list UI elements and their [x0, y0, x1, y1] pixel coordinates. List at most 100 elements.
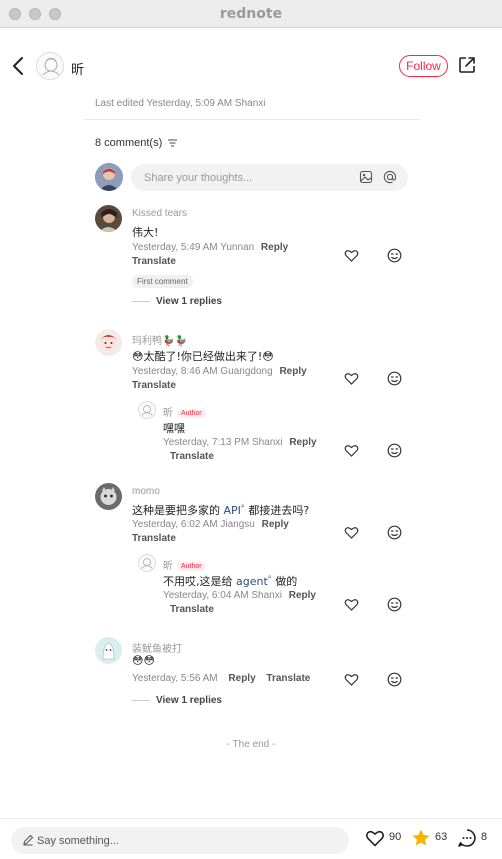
reply-item: 昕 Author 不用哎,这是给 agent⌕ 做的 Yesterday, 6:0… [138, 554, 415, 618]
commenter-name[interactable]: 玛利鸭🦆🦆 [132, 332, 187, 347]
comment-meta: Yesterday, 5:49 AM Yunnan Reply [132, 242, 288, 253]
bottom-bar: Say something... 90 63 8 [0, 818, 502, 859]
reply-button[interactable]: Reply [279, 366, 306, 377]
reply-text-part: 做的 [271, 575, 298, 588]
author-avatar[interactable] [36, 52, 64, 80]
comment-count-label: 8 comment(s) [95, 137, 163, 149]
comment-count[interactable]: 8 comment(s) [95, 137, 178, 149]
view-replies-label: View 1 replies [156, 296, 222, 307]
emoji-icon[interactable] [387, 597, 402, 612]
back-icon[interactable] [10, 56, 28, 76]
heart-icon[interactable] [344, 597, 359, 612]
reply-meta: Yesterday, 7:13 PM Shanxi Reply [163, 437, 317, 448]
follow-button[interactable]: Follow [399, 55, 448, 77]
comment-timestamp: Yesterday, 8:46 AM Guangdong [132, 366, 273, 377]
comment-item: Kissed tears 伟大! Yesterday, 5:49 AM Yunn… [95, 205, 415, 315]
author-badge: Author [177, 561, 206, 571]
view-replies-button[interactable]: View 1 replies [132, 296, 222, 307]
author-badge: Author [177, 408, 206, 418]
comment-item: momo 这种是要把多家的 API⌕ 都接进去吗? Yesterday, 6:0… [95, 483, 415, 623]
comment-text: 伟大! [132, 226, 159, 239]
commenter-name[interactable]: momo [132, 486, 160, 497]
post-header: 昕 Follow [0, 28, 502, 104]
sort-icon[interactable] [168, 139, 178, 147]
first-comment-badge: First comment [132, 275, 193, 288]
divider [84, 119, 420, 120]
translate-button[interactable]: Translate [170, 451, 214, 462]
heart-icon[interactable] [344, 672, 359, 687]
heart-icon[interactable] [344, 371, 359, 386]
star-icon[interactable] [411, 828, 431, 848]
heart-icon[interactable] [344, 525, 359, 540]
commenter-avatar[interactable] [95, 329, 122, 356]
comment-text-part: 这种是要把多家的 [132, 504, 224, 517]
reply-meta: Yesterday, 6:04 AM Shanxi Reply [163, 590, 316, 601]
comment-count-bottom: 8 [481, 831, 488, 843]
end-of-comments: - The end - [226, 739, 276, 750]
comment-timestamp: Yesterday, 5:56 AM [132, 673, 218, 684]
heart-icon[interactable] [344, 248, 359, 263]
last-edited-text: Last edited Yesterday, 5:09 AM Shanxi [95, 98, 266, 109]
reply-author-name[interactable]: 昕 Author [163, 557, 206, 572]
author-name[interactable]: 昕 [71, 59, 84, 78]
say-something-input[interactable]: Say something... [11, 827, 349, 854]
translate-button[interactable]: Translate [132, 256, 176, 267]
like-count: 90 [389, 831, 402, 843]
emoji-icon[interactable] [387, 672, 402, 687]
at-icon[interactable] [383, 170, 397, 184]
translate-button[interactable]: Translate [266, 673, 310, 684]
comment-text: 😳太酷了!你已经做出来了!😳 [132, 350, 274, 363]
commenter-avatar[interactable] [95, 205, 122, 232]
reply-author-avatar[interactable] [138, 554, 156, 572]
comment-item: 装鱿鱼被打 😳😳 Yesterday, 5:56 AM Reply Transl… [95, 637, 415, 712]
emoji-icon[interactable] [387, 443, 402, 458]
comment-item: 玛利鸭🦆🦆 😳太酷了!你已经做出来了!😳 Yesterday, 8:46 AM … [95, 329, 415, 469]
reply-button[interactable]: Reply [289, 437, 316, 448]
reply-author-name-label: 昕 [163, 561, 173, 572]
commenter-name[interactable]: Kissed tears [132, 208, 187, 219]
commenter-avatar[interactable] [95, 637, 122, 664]
divider [132, 300, 150, 302]
reply-timestamp: Yesterday, 6:04 AM Shanxi [163, 590, 282, 601]
agent-link[interactable]: agent [236, 575, 268, 588]
comment-icon[interactable] [457, 828, 477, 848]
reply-author-name[interactable]: 昕 Author [163, 404, 206, 419]
reply-button[interactable]: Reply [289, 590, 316, 601]
comment-meta: Yesterday, 8:46 AM Guangdong Reply [132, 366, 307, 377]
commenter-avatar[interactable] [95, 483, 122, 510]
reply-author-name-label: 昕 [163, 408, 173, 419]
reply-author-avatar[interactable] [138, 401, 156, 419]
heart-icon[interactable] [365, 828, 385, 848]
reply-item: 昕 Author 嘿嘿 Yesterday, 7:13 PM Shanxi Rep… [138, 401, 415, 465]
comment-text: 😳😳 [132, 654, 155, 667]
current-user-avatar [95, 163, 123, 191]
commenter-name[interactable]: 装鱿鱼被打 [132, 640, 182, 655]
share-icon[interactable] [458, 56, 476, 74]
window-titlebar: rednote [0, 0, 502, 28]
heart-icon[interactable] [344, 443, 359, 458]
comment-input-placeholder: Share your thoughts... [144, 172, 253, 184]
translate-button[interactable]: Translate [132, 533, 176, 544]
view-replies-button[interactable]: View 1 replies [132, 695, 222, 706]
reply-button[interactable]: Reply [261, 242, 288, 253]
star-count: 63 [435, 831, 448, 843]
comment-timestamp: Yesterday, 5:49 AM Yunnan [132, 242, 255, 253]
translate-button[interactable]: Translate [170, 604, 214, 615]
reply-text: 嘿嘿 [163, 422, 185, 435]
comment-text: 这种是要把多家的 API⌕ 都接进去吗? [132, 502, 309, 518]
say-something-placeholder: Say something... [37, 835, 119, 847]
view-replies-label: View 1 replies [156, 695, 222, 706]
comment-meta: Yesterday, 6:02 AM Jiangsu Reply [132, 519, 289, 530]
image-icon[interactable] [359, 170, 373, 184]
divider [132, 699, 150, 701]
comment-text-part: 都接进去吗? [244, 504, 310, 517]
emoji-icon[interactable] [387, 248, 402, 263]
reply-button[interactable]: Reply [262, 519, 289, 530]
api-link[interactable]: API [224, 504, 241, 517]
reply-button[interactable]: Reply [228, 673, 255, 684]
emoji-icon[interactable] [387, 371, 402, 386]
reply-text: 不用哎,这是给 agent⌕ 做的 [163, 573, 297, 589]
emoji-icon[interactable] [387, 525, 402, 540]
translate-button[interactable]: Translate [132, 380, 176, 391]
comment-input[interactable]: Share your thoughts... [131, 164, 408, 191]
